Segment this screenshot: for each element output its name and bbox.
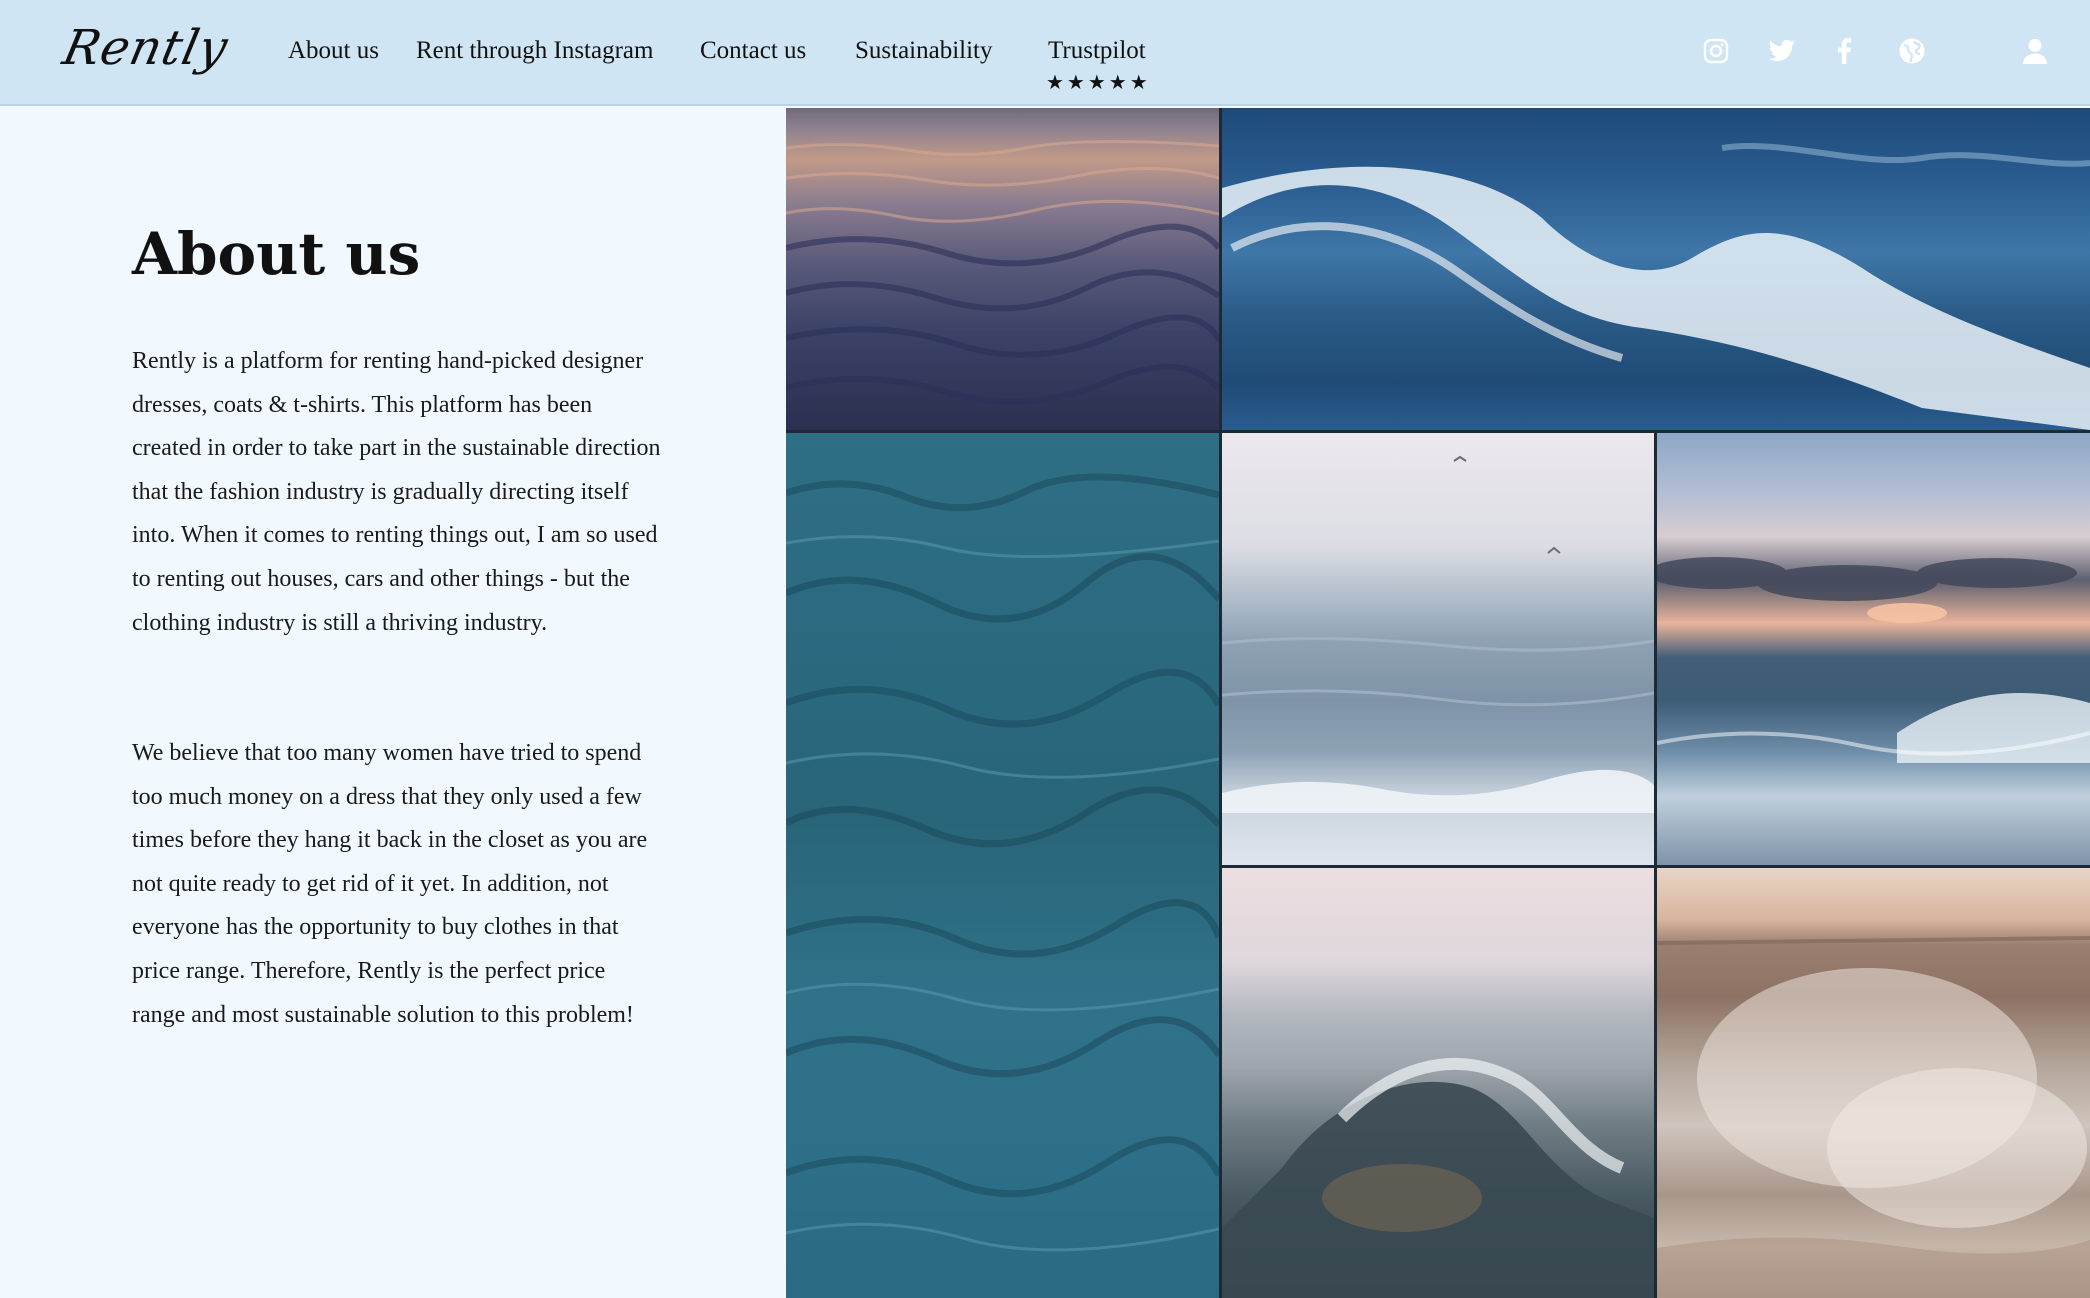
deep-teal-water-photo (786, 433, 1219, 1298)
golden-spray-photo (1657, 868, 2090, 1298)
trustpilot-rating-stars: ★★★★★ (1046, 70, 1151, 94)
about-paragraph-1: Rently is a platform for renting hand-pi… (132, 348, 661, 636)
nav-sustainability[interactable]: Sustainability (855, 36, 993, 66)
facebook-icon[interactable] (1827, 34, 1861, 68)
foggy-shore-birds-photo (1222, 433, 1654, 865)
nav-contact-us[interactable]: Contact us (700, 36, 806, 66)
about-section: About us Rently is a platform for rentin… (0, 108, 786, 1298)
ocean-photo-gallery (786, 108, 2090, 1298)
top-navigation-bar: Rently About us Rent through Instagram C… (0, 0, 2090, 106)
nav-rent-through-instagram[interactable]: Rent through Instagram (416, 36, 653, 66)
rently-logo[interactable]: Rently (58, 20, 233, 76)
crashing-wave-photo (1222, 108, 2090, 430)
sunset-clouds-sea-photo (1657, 433, 2090, 865)
nav-about-us[interactable]: About us (288, 36, 379, 66)
sunset-ripples-photo (786, 108, 1219, 430)
wave-splash-closeup-photo (1222, 868, 1654, 1298)
instagram-icon[interactable] (1699, 34, 1733, 68)
page-title: About us (132, 220, 421, 288)
about-paragraph-2: We believe that too many women have trie… (132, 740, 648, 1028)
globe-icon[interactable] (1895, 34, 1929, 68)
user-icon[interactable] (2018, 34, 2052, 68)
twitter-icon[interactable] (1765, 34, 1799, 68)
nav-trustpilot[interactable]: Trustpilot (1048, 36, 1146, 66)
